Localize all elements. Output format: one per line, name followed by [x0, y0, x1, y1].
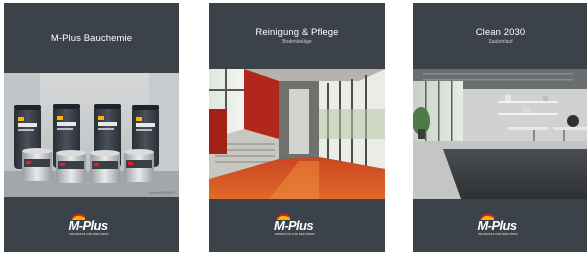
logo-tagline: PRODUKTE FÜR DEN PROFI: [478, 232, 519, 236]
m-plus-logo: M-Plus PRODUKTE FÜR DEN PROFI: [274, 212, 320, 238]
m-plus-logo: M-Plus PRODUKTE FÜR DEN PROFI: [69, 212, 115, 238]
card-footer: M-Plus PRODUKTE FÜR DEN PROFI: [4, 197, 179, 252]
card-title: Reinigung & Pflege: [255, 26, 339, 38]
logo-wordmark: M-Plus: [68, 217, 109, 233]
card-header: Reinigung & Pflege Bodenbeläge: [209, 3, 385, 69]
hallway-illustration: [209, 69, 385, 199]
card-photo-buckets: Shield 00000000: [4, 73, 179, 197]
card-header: Clean 2030 Sauberlauf: [413, 3, 587, 69]
card-photo-office: [413, 69, 587, 199]
card-subtitle: Sauberlauf: [488, 38, 513, 45]
card-subtitle: Bodenbeläge: [282, 38, 312, 45]
catalog-card-clean-2030[interactable]: Clean 2030 Sauberlauf M-Plus PRODUKTE FÜ…: [413, 3, 587, 252]
logo-tagline: PRODUKTE FÜR DEN PROFI: [275, 232, 315, 236]
office-illustration: [413, 69, 587, 199]
buckets-illustration: [4, 73, 179, 197]
card-title: Clean 2030: [475, 26, 526, 38]
card-title: M-Plus Bauchemie: [50, 32, 133, 44]
catalog-card-reinigung-pflege[interactable]: Reinigung & Pflege Bodenbeläge M-Plus PR…: [209, 3, 385, 252]
card-photo-hallway: [209, 69, 385, 199]
card-footer: M-Plus PRODUKTE FÜR DEN PROFI: [413, 197, 587, 252]
catalog-card-list: M-Plus Bauchemie Shield 00000000 M-Plus …: [0, 0, 587, 254]
catalog-card-bauchemie[interactable]: M-Plus Bauchemie Shield 00000000 M-Plus …: [4, 3, 179, 252]
logo-wordmark: M-Plus: [477, 217, 518, 233]
m-plus-logo: M-Plus PRODUKTE FÜR DEN PROFI: [478, 212, 524, 238]
logo-tagline: PRODUKTE FÜR DEN PROFI: [69, 232, 110, 236]
card-header: M-Plus Bauchemie: [4, 3, 179, 73]
card-footer: M-Plus PRODUKTE FÜR DEN PROFI: [209, 197, 385, 252]
photo-credit: Shield 00000000: [148, 191, 175, 195]
logo-wordmark: M-Plus: [274, 217, 314, 233]
